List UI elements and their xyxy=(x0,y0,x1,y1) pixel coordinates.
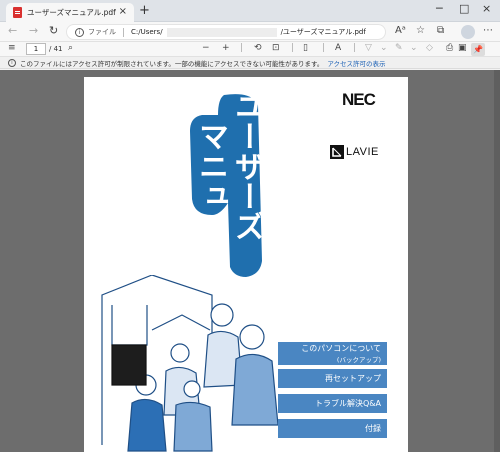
back-icon[interactable]: ← xyxy=(8,24,17,37)
url-file: /ユーザーズマニュアル.pdf xyxy=(280,28,366,36)
profile-avatar[interactable] xyxy=(461,25,475,39)
url-prefix: C:/Users/ xyxy=(131,28,163,36)
menu-appendix-label: 付録 xyxy=(365,424,381,433)
tab-title: ユーザーズマニュアル.pdf xyxy=(27,8,116,17)
menu-about-pc[interactable]: このパソコンについて (バックアップ) xyxy=(278,342,387,365)
title-text-user: ユーザーズ xyxy=(229,91,264,241)
minimize-icon[interactable]: ─ xyxy=(436,2,443,15)
pdf-viewer[interactable]: NEC LAVIE ユーザーズ マニュアル このパソコンについて (バックアップ… xyxy=(0,70,500,452)
new-tab-button[interactable]: + xyxy=(139,3,150,18)
infobar-message: このファイルにはアクセス許可が制限されています。一部の機能にアクセスできない可能… xyxy=(20,59,324,68)
more-menu-icon[interactable]: ⋯ xyxy=(483,25,493,36)
page-number-input[interactable]: 1 xyxy=(26,43,46,55)
print-icon[interactable]: ⎙ xyxy=(446,43,453,53)
title-text-manual: マニュアル xyxy=(193,121,228,271)
draw-icon[interactable]: ✎ xyxy=(395,43,403,53)
zoom-out-icon[interactable]: − xyxy=(202,43,210,53)
highlight-icon[interactable]: ▽ xyxy=(365,43,372,53)
pdf-page: NEC LAVIE ユーザーズ マニュアル このパソコンについて (バックアップ… xyxy=(84,77,408,452)
menu-resetup-label: 再セットアップ xyxy=(325,374,381,383)
menu-troubleshooting[interactable]: トラブル解決Q&A xyxy=(278,394,387,413)
divider-icon: | xyxy=(353,43,357,53)
view-permissions-link[interactable]: アクセス許可の表示 xyxy=(327,58,385,68)
family-illustration xyxy=(101,275,279,452)
menu-about-pc-sub: (バックアップ) xyxy=(336,356,381,364)
pdf-file-icon xyxy=(13,7,22,18)
save-icon[interactable]: ▣ xyxy=(458,43,467,53)
lavie-mark-icon xyxy=(330,145,344,159)
search-icon[interactable]: ⌕ xyxy=(68,43,73,53)
chevron-down-icon[interactable]: ⌄ xyxy=(380,43,388,53)
eraser-icon[interactable]: ◇ xyxy=(426,43,433,53)
menu-about-pc-label: このパソコンについて xyxy=(301,344,381,353)
address-bar: ← → ↻ i ファイル C:/Users/ /ユーザーズマニュアル.pdf A… xyxy=(0,22,500,42)
url-redacted xyxy=(166,27,277,37)
favorite-star-icon[interactable]: ☆ xyxy=(416,25,425,36)
info-icon: i xyxy=(8,58,16,67)
pdf-toolbar: ≡ 1 / 41 ⌕ − + | ⟲ ⊡ | ▯ | A | ▽ ⌄ ✎ ⌄ ◇… xyxy=(0,42,500,57)
menu-appendix[interactable]: 付録 xyxy=(278,419,387,438)
close-tab-icon[interactable]: × xyxy=(119,6,127,17)
nec-logo: NEC xyxy=(342,90,376,109)
refresh-icon[interactable]: ↻ xyxy=(49,24,58,37)
divider-icon: | xyxy=(291,43,295,53)
divider-icon: | xyxy=(322,43,326,53)
tab-pdf[interactable]: ユーザーズマニュアル.pdf × xyxy=(6,3,134,22)
menu-resetup[interactable]: 再セットアップ xyxy=(278,369,387,388)
menu-troubleshooting-label: トラブル解決Q&A xyxy=(314,399,381,408)
title-bar: ユーザーズマニュアル.pdf × + ─ □ × xyxy=(0,0,500,22)
permission-infobar: i このファイルにはアクセス許可が制限されています。一部の機能にアクセスできない… xyxy=(0,57,500,69)
url-separator xyxy=(123,27,124,37)
collections-icon[interactable]: ⧉ xyxy=(437,25,444,36)
contents-icon[interactable]: ≡ xyxy=(8,43,16,53)
info-icon[interactable]: i xyxy=(75,27,84,37)
lavie-logo: LAVIE xyxy=(330,145,379,159)
read-aloud-pdf-icon[interactable]: A xyxy=(335,43,341,53)
fit-page-icon[interactable]: ⊡ xyxy=(272,43,280,53)
maximize-icon[interactable]: □ xyxy=(459,2,469,15)
divider-icon: | xyxy=(240,43,244,53)
rotate-icon[interactable]: ⟲ xyxy=(254,43,262,53)
zoom-in-icon[interactable]: + xyxy=(222,43,230,53)
page-view-icon[interactable]: ▯ xyxy=(303,43,308,53)
page-total: / 41 xyxy=(49,45,63,53)
chevron-down-icon[interactable]: ⌄ xyxy=(410,43,418,53)
title-column-left: マニュアル xyxy=(190,121,230,279)
url-scheme: ファイル xyxy=(88,28,116,36)
vertical-scrollbar[interactable] xyxy=(494,70,500,452)
pin-toolbar-icon[interactable]: 📌 xyxy=(471,43,485,56)
title-column-right: ユーザーズ xyxy=(226,91,266,249)
forward-icon[interactable]: → xyxy=(29,24,38,37)
close-window-icon[interactable]: × xyxy=(482,2,491,15)
read-aloud-icon[interactable]: Aᵃ xyxy=(395,25,406,36)
url-field[interactable]: i ファイル C:/Users/ /ユーザーズマニュアル.pdf xyxy=(66,24,386,40)
